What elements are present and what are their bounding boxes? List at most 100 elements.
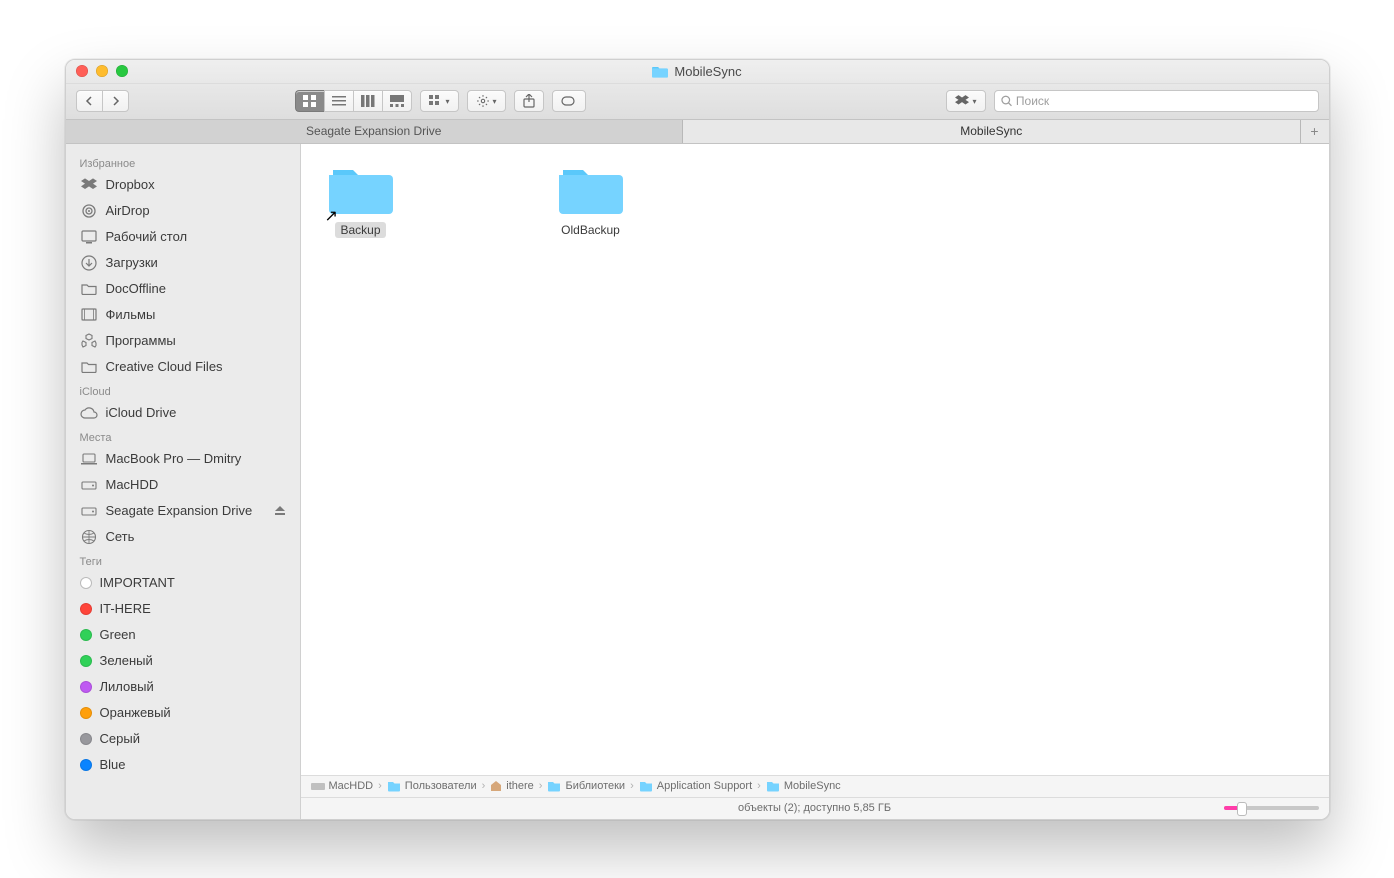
- arrange-button[interactable]: ▾: [420, 90, 459, 112]
- path-bar: MacHDD› Пользователи› ithere› Библиотеки…: [301, 775, 1329, 797]
- title-text: MobileSync: [674, 64, 741, 79]
- tag-dot-icon: [80, 629, 92, 641]
- share-button[interactable]: [514, 90, 544, 112]
- new-tab-button[interactable]: +: [1301, 120, 1329, 143]
- path-crumb-users[interactable]: Пользователи: [387, 780, 477, 792]
- toolbar: ▾ ▾ ▾: [66, 84, 1329, 120]
- sidebar-section-locations: Места: [66, 426, 300, 446]
- folder-icon: [80, 280, 98, 298]
- gallery-view-button[interactable]: [382, 90, 412, 112]
- alias-badge-icon: ↗: [325, 206, 338, 226]
- sidebar-item-machdd[interactable]: MacHDD: [66, 472, 300, 498]
- path-crumb-library[interactable]: Библиотеки: [547, 780, 625, 792]
- window-title: MobileSync: [652, 63, 741, 79]
- minimize-button[interactable]: [96, 65, 108, 77]
- hdd-icon: [311, 780, 325, 792]
- zoom-slider[interactable]: [1224, 806, 1319, 810]
- icon-view-button[interactable]: [295, 90, 324, 112]
- sidebar-tag-blue[interactable]: Blue: [66, 752, 300, 778]
- sidebar-tag-orange[interactable]: Оранжевый: [66, 700, 300, 726]
- folder-icon: [387, 780, 401, 792]
- nav-buttons: [76, 90, 129, 112]
- folder-oldbackup[interactable]: OldBackup: [551, 164, 631, 238]
- folder-icon: [329, 164, 393, 216]
- tag-dot-icon: [80, 707, 92, 719]
- content-area: ↗ Backup OldBackup MacHDD› Пользователи›…: [301, 144, 1329, 819]
- dropbox-toolbar-button[interactable]: ▾: [946, 90, 985, 112]
- folder-icon: [652, 63, 668, 79]
- path-crumb-ithere[interactable]: ithere: [490, 780, 534, 792]
- sidebar-item-creative-cloud[interactable]: Creative Cloud Files: [66, 354, 300, 380]
- desktop-icon: [80, 228, 98, 246]
- sidebar-tag-important[interactable]: IMPORTANT: [66, 570, 300, 596]
- folder-backup[interactable]: ↗ Backup: [321, 164, 401, 238]
- tag-dot-icon: [80, 577, 92, 589]
- forward-button[interactable]: [102, 90, 129, 112]
- tab-seagate[interactable]: Seagate Expansion Drive: [66, 120, 684, 143]
- sidebar-item-seagate[interactable]: Seagate Expansion Drive: [66, 498, 300, 524]
- list-view-button[interactable]: [324, 90, 353, 112]
- sidebar-item-dropbox[interactable]: Dropbox: [66, 172, 300, 198]
- titlebar: MobileSync: [66, 60, 1329, 84]
- sidebar-item-docoffline[interactable]: DocOffline: [66, 276, 300, 302]
- tag-dot-icon: [80, 681, 92, 693]
- sidebar-tag-grey[interactable]: Серый: [66, 726, 300, 752]
- folder-label: OldBackup: [556, 222, 625, 238]
- tab-mobilesync[interactable]: MobileSync: [683, 120, 1301, 143]
- share-icon: [523, 94, 535, 108]
- movies-icon: [80, 306, 98, 324]
- gear-icon: [476, 95, 490, 107]
- sidebar-item-airdrop[interactable]: AirDrop: [66, 198, 300, 224]
- status-text: объекты (2); доступно 5,85 ГБ: [738, 802, 891, 814]
- path-crumb-mobilesync[interactable]: MobileSync: [766, 780, 841, 792]
- sidebar-section-icloud: iCloud: [66, 380, 300, 400]
- search-icon: [1001, 95, 1012, 107]
- sidebar-item-network[interactable]: Сеть: [66, 524, 300, 550]
- sidebar-item-macbook[interactable]: MacBook Pro — Dmitry: [66, 446, 300, 472]
- window-controls: [76, 65, 128, 77]
- tag-dot-icon: [80, 759, 92, 771]
- maximize-button[interactable]: [116, 65, 128, 77]
- icon-grid[interactable]: ↗ Backup OldBackup: [301, 144, 1329, 775]
- action-button[interactable]: ▾: [467, 90, 506, 112]
- finder-window: MobileSync ▾ ▾ ▾ Seagate Expansion Drive…: [65, 59, 1330, 820]
- sidebar-tag-lilovyy[interactable]: Лиловый: [66, 674, 300, 700]
- sidebar-item-movies[interactable]: Фильмы: [66, 302, 300, 328]
- sidebar-tag-zelenyy[interactable]: Зеленый: [66, 648, 300, 674]
- sidebar-item-desktop[interactable]: Рабочий стол: [66, 224, 300, 250]
- sidebar-item-downloads[interactable]: Загрузки: [66, 250, 300, 276]
- sidebar-tag-it-here[interactable]: IT-HERE: [66, 596, 300, 622]
- path-crumb-appsupport[interactable]: Application Support: [639, 780, 752, 792]
- sidebar-section-favorites: Избранное: [66, 152, 300, 172]
- folder-icon: [559, 164, 623, 216]
- tag-dot-icon: [80, 733, 92, 745]
- back-button[interactable]: [76, 90, 102, 112]
- sidebar: Избранное Dropbox AirDrop Рабочий стол З…: [66, 144, 301, 819]
- folder-icon: [80, 358, 98, 376]
- sidebar-section-tags: Теги: [66, 550, 300, 570]
- folder-icon: [547, 780, 561, 792]
- sidebar-item-icloud-drive[interactable]: iCloud Drive: [66, 400, 300, 426]
- tag-icon: [561, 95, 577, 107]
- sidebar-item-apps[interactable]: Программы: [66, 328, 300, 354]
- folder-icon: [639, 780, 653, 792]
- close-button[interactable]: [76, 65, 88, 77]
- folder-label: Backup: [335, 222, 385, 238]
- folder-icon: [766, 780, 780, 792]
- path-crumb-machdd[interactable]: MacHDD: [311, 780, 374, 792]
- search-field[interactable]: [994, 90, 1319, 112]
- dropbox-icon: [80, 176, 98, 194]
- eject-icon[interactable]: [274, 505, 286, 517]
- tag-dot-icon: [80, 655, 92, 667]
- home-icon: [490, 780, 502, 792]
- hdd-icon: [80, 502, 98, 520]
- tags-button[interactable]: [552, 90, 586, 112]
- sidebar-tag-green[interactable]: Green: [66, 622, 300, 648]
- view-mode-segment: [295, 90, 412, 112]
- search-input[interactable]: [1016, 94, 1312, 108]
- dropbox-icon: [955, 95, 969, 107]
- tabbar: Seagate Expansion Drive MobileSync +: [66, 120, 1329, 144]
- airdrop-icon: [80, 202, 98, 220]
- column-view-button[interactable]: [353, 90, 382, 112]
- hdd-icon: [80, 476, 98, 494]
